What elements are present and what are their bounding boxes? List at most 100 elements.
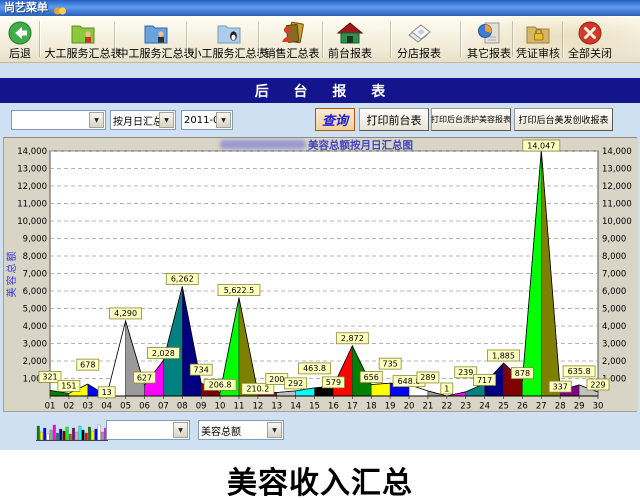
filter-controls-row: ▼ 按月日汇总 ▼ 2011-06 ▼ 查询 打印前台表 打印后台洗护美容报表 …	[3, 103, 637, 137]
svg-text:美容总额按月日汇总图: 美容总额按月日汇总图	[308, 139, 413, 152]
chevron-down-icon[interactable]: ▼	[173, 422, 188, 438]
svg-text:09: 09	[196, 402, 207, 412]
svg-text:26: 26	[517, 402, 528, 412]
metric-select[interactable]: 美容总额 ▼	[198, 420, 284, 440]
toolbar-label: 后退	[9, 47, 31, 60]
svg-text:10: 10	[215, 402, 226, 412]
svg-text:4,000: 4,000	[602, 322, 626, 332]
svg-text:678: 678	[80, 360, 95, 369]
svg-text:12: 12	[252, 402, 263, 412]
svg-text:7,000: 7,000	[23, 270, 47, 280]
svg-text:16: 16	[328, 402, 339, 412]
svg-text:17: 17	[347, 402, 358, 412]
svg-text:6,262: 6,262	[171, 275, 194, 284]
svg-text:337: 337	[553, 382, 568, 391]
print-back-hair-button[interactable]: 打印后台美发创收报表	[514, 108, 613, 131]
svg-text:10,000: 10,000	[602, 217, 632, 227]
caption-area: 美容收入汇总	[0, 450, 640, 500]
chevron-down-icon[interactable]: ▼	[267, 422, 282, 438]
toolbar-label: 分店报表	[397, 47, 441, 60]
page-header-band: 后 台 报 表	[0, 78, 640, 103]
svg-text:14,000: 14,000	[17, 147, 47, 157]
svg-text:13: 13	[102, 388, 112, 397]
svg-text:22: 22	[441, 402, 452, 412]
svg-text:美容总额: 美容总额	[5, 250, 18, 298]
back-button[interactable]: 后退	[5, 18, 35, 62]
toolbar-label: 大工服务汇总表	[45, 47, 122, 60]
svg-text:635.8: 635.8	[568, 367, 591, 376]
svg-text:04: 04	[101, 402, 112, 412]
svg-text:627: 627	[137, 373, 152, 382]
chevron-down-icon[interactable]: ▼	[159, 112, 174, 128]
svg-text:1: 1	[444, 384, 449, 393]
other-report-button[interactable]: 其它报表	[464, 18, 514, 62]
svg-text:13,000: 13,000	[602, 165, 632, 175]
svg-text:210.2: 210.2	[246, 385, 269, 394]
svg-text:229: 229	[590, 380, 605, 389]
svg-text:8,000: 8,000	[602, 252, 626, 262]
series-color-select[interactable]: ▼	[106, 420, 190, 440]
svg-text:25: 25	[498, 402, 509, 412]
app-window: 尚艺菜单 后退 大工服务汇总表 中工服务汇总表	[0, 0, 640, 500]
sales-report-button[interactable]: 销售汇总表	[261, 18, 323, 62]
svg-text:5,000: 5,000	[23, 305, 47, 315]
toolbar-separator	[186, 21, 187, 57]
close-all-button[interactable]: 全部关闭	[565, 18, 615, 62]
voucher-audit-button[interactable]: 凭证审核	[514, 18, 562, 62]
caption-text: 美容收入汇总	[227, 458, 413, 500]
junior-staff-report-button[interactable]: 小工服务汇总表	[190, 18, 268, 62]
toolbar-label: 全部关闭	[568, 47, 612, 60]
svg-text:10,000: 10,000	[17, 217, 47, 227]
store-select[interactable]: ▼	[11, 110, 106, 130]
main-toolbar: 后退 大工服务汇总表 中工服务汇总表 小工服务汇总表	[0, 16, 640, 63]
chevron-down-icon[interactable]: ▼	[216, 112, 231, 128]
toolbar-label: 销售汇总表	[265, 47, 320, 60]
print-back-beauty-button[interactable]: 打印后台洗护美容报表	[431, 108, 511, 131]
svg-text:01: 01	[45, 402, 56, 412]
svg-text:11,000: 11,000	[17, 200, 47, 210]
svg-text:2,028: 2,028	[152, 349, 175, 358]
mini-chart-icon[interactable]	[36, 420, 108, 446]
mid-staff-report-button[interactable]: 中工服务汇总表	[117, 18, 195, 62]
store-select-value	[12, 115, 89, 126]
svg-text:2,872: 2,872	[341, 334, 364, 343]
svg-text:878: 878	[515, 369, 530, 378]
front-desk-report-button[interactable]: 前台报表	[325, 18, 375, 62]
month-select[interactable]: 2011-06 ▼	[181, 110, 233, 130]
query-button[interactable]: 查询	[315, 108, 355, 131]
summary-mode-value: 按月日汇总	[111, 113, 159, 128]
svg-text:200: 200	[269, 375, 284, 384]
svg-text:28: 28	[555, 402, 566, 412]
toolbar-label: 小工服务汇总表	[191, 47, 268, 60]
senior-staff-report-button[interactable]: 大工服务汇总表	[44, 18, 122, 62]
toolbar-separator	[460, 21, 461, 57]
print-front-desk-button[interactable]: 打印前台表	[359, 108, 429, 131]
svg-text:4,290: 4,290	[114, 309, 137, 318]
svg-text:735: 735	[382, 359, 397, 368]
svg-text:05: 05	[120, 402, 131, 412]
chevron-down-icon[interactable]: ▼	[89, 112, 104, 128]
series-color-value	[107, 425, 173, 436]
voucher-audit-icon	[525, 18, 551, 47]
branch-report-button[interactable]: 分店报表	[394, 18, 444, 62]
title-bar: 尚艺菜单	[0, 0, 640, 16]
svg-text:2,000: 2,000	[602, 357, 626, 367]
svg-text:23: 23	[460, 402, 471, 412]
toolbar-separator	[512, 21, 513, 57]
toolbar-separator	[114, 21, 115, 57]
svg-text:9,000: 9,000	[602, 235, 626, 245]
svg-text:579: 579	[326, 378, 341, 387]
toolbar-separator	[390, 21, 391, 57]
svg-text:239: 239	[458, 368, 473, 377]
svg-text:12,000: 12,000	[17, 182, 47, 192]
sales-report-icon	[279, 18, 305, 47]
svg-text:206.8: 206.8	[209, 381, 232, 390]
other-report-icon	[476, 18, 502, 47]
svg-text:5,000: 5,000	[602, 305, 626, 315]
window-title: 尚艺菜单	[4, 1, 48, 15]
svg-text:9,000: 9,000	[23, 235, 47, 245]
toolbar-label: 其它报表	[467, 47, 511, 60]
junior-staff-report-icon	[216, 18, 242, 47]
summary-mode-select[interactable]: 按月日汇总 ▼	[110, 110, 176, 130]
toolbar-label: 凭证审核	[516, 47, 560, 60]
